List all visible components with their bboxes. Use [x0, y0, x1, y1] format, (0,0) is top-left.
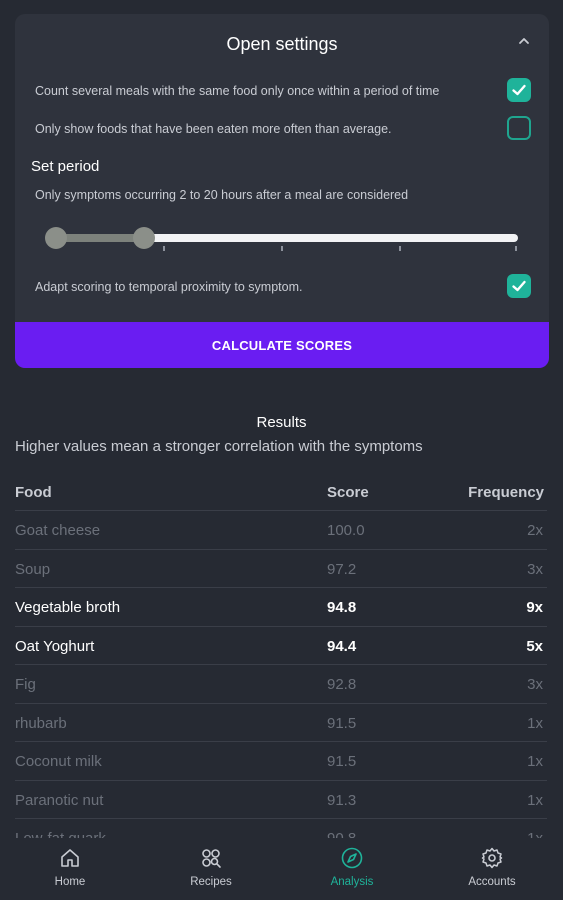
nav-accounts-label: Accounts	[468, 876, 516, 888]
slider-tick	[515, 246, 517, 251]
period-description: Only symptoms occurring 2 to 20 hours af…	[35, 188, 409, 202]
table-row[interactable]: Fig 92.8 3x	[15, 664, 547, 703]
table-row[interactable]: Coconut milk 91.5 1x	[15, 741, 547, 780]
nav-home-label: Home	[54, 876, 86, 888]
header-score[interactable]: Score	[327, 484, 369, 501]
food-name: rhubarb	[15, 714, 67, 732]
food-score: 94.4	[327, 637, 357, 655]
set-period-title: Set period	[31, 158, 100, 175]
header-frequency[interactable]: Frequency	[468, 484, 544, 501]
recipes-icon	[202, 849, 221, 868]
above-average-checkbox[interactable]	[507, 116, 531, 140]
table-row[interactable]: rhubarb 91.5 1x	[15, 702, 547, 742]
bottom-navigation: Home Recipes Analysis Accounts	[0, 838, 563, 900]
check-icon	[512, 84, 526, 96]
proximity-checkbox[interactable]	[507, 274, 531, 298]
nav-accounts[interactable]: Accounts	[422, 838, 562, 900]
food-name: Paranotic nut	[15, 791, 104, 809]
header-food[interactable]: Food	[15, 484, 52, 501]
food-score: 91.5	[327, 753, 357, 770]
slider-tick	[399, 246, 401, 251]
food-frequency: 1x	[527, 791, 543, 809]
table-header: Food Score Frequency	[15, 472, 547, 510]
results-title: Results	[256, 414, 307, 431]
calculate-scores-button[interactable]: CALCULATE SCORES	[15, 322, 549, 368]
food-frequency: 3x	[527, 560, 543, 578]
table-row[interactable]: Soup 97.2 3x	[15, 548, 547, 588]
food-frequency: 2x	[527, 522, 543, 539]
slider-min-thumb[interactable]	[45, 227, 67, 249]
option-count-once-label: Count several meals with the same food o…	[35, 84, 440, 98]
nav-recipes-label: Recipes	[190, 876, 232, 888]
option-above-average-label: Only show foods that have been eaten mor…	[35, 122, 392, 136]
count-once-checkbox[interactable]	[507, 78, 531, 102]
food-score: 91.3	[327, 791, 357, 809]
compass-icon	[341, 847, 363, 869]
table-row[interactable]: Oat Yoghurt 94.4 5x	[15, 625, 547, 665]
option-proximity-label: Adapt scoring to temporal proximity to s…	[35, 280, 303, 294]
nav-recipes[interactable]: Recipes	[141, 838, 281, 900]
settings-panel: Open settings Count several meals with t…	[15, 14, 549, 368]
food-score: 92.8	[327, 676, 357, 693]
food-name: Coconut milk	[15, 753, 102, 770]
food-name: Vegetable broth	[15, 599, 121, 616]
option-proximity: Adapt scoring to temporal proximity to s…	[35, 274, 531, 300]
table-row[interactable]: Paranotic nut 91.3 1x	[15, 779, 547, 819]
food-frequency: 1x	[527, 714, 543, 732]
food-frequency: 3x	[527, 676, 543, 693]
nav-analysis[interactable]: Analysis	[282, 838, 422, 900]
slider-max-thumb[interactable]	[133, 227, 155, 249]
settings-title: Open settings	[226, 34, 338, 54]
slider-tick	[281, 246, 283, 251]
chevron-up-icon[interactable]	[517, 34, 531, 48]
food-score: 100.0	[327, 522, 365, 539]
food-name: Fig	[15, 676, 36, 693]
food-name: Soup	[15, 560, 51, 578]
gear-icon	[481, 847, 503, 869]
slider-tick	[163, 246, 165, 251]
food-name: Goat cheese	[15, 522, 101, 539]
food-score: 94.8	[327, 599, 357, 616]
food-name: Oat Yoghurt	[15, 637, 95, 655]
food-score: 91.5	[327, 714, 357, 732]
option-count-once: Count several meals with the same food o…	[35, 78, 531, 104]
food-frequency: 1x	[527, 753, 543, 770]
food-frequency: 9x	[526, 599, 543, 616]
table-row[interactable]: Goat cheese 100.0 2x	[15, 510, 547, 549]
home-icon	[61, 849, 79, 867]
option-above-average: Only show foods that have been eaten mor…	[35, 116, 531, 142]
food-score: 97.2	[327, 560, 357, 578]
results-table: Food Score Frequency Goat cheese 100.0 2…	[15, 472, 547, 857]
check-icon	[512, 280, 526, 292]
nav-analysis-label: Analysis	[330, 876, 374, 888]
food-frequency: 5x	[526, 637, 543, 655]
results-subtitle: Higher values mean a stronger correlatio…	[15, 438, 423, 455]
nav-home[interactable]: Home	[0, 838, 140, 900]
table-row[interactable]: Vegetable broth 94.8 9x	[15, 587, 547, 626]
